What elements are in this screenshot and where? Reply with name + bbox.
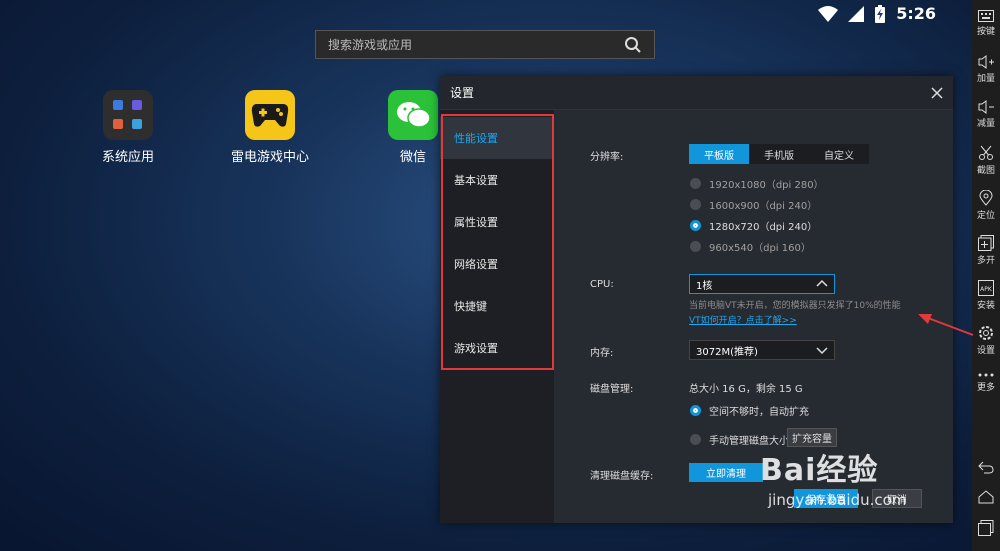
- clock: 5:26: [896, 4, 936, 23]
- recent-apps-icon: [978, 520, 994, 536]
- apk-install-icon: APK: [978, 280, 994, 296]
- annotation-arrow-icon: [918, 314, 974, 336]
- disk-auto-expand-option[interactable]: 空间不够时，自动扩充: [690, 403, 809, 418]
- settings-nav: 性能设置 基本设置 属性设置 网络设置 快捷键 游戏设置: [440, 110, 554, 523]
- app-leidian-game-center[interactable]: 雷电游戏中心: [215, 90, 325, 165]
- tab-custom[interactable]: 自定义: [809, 144, 869, 164]
- watermark-brand: Bai经验: [760, 453, 879, 488]
- resolution-option[interactable]: 1600x900（dpi 240）: [690, 197, 817, 212]
- back-icon: [978, 461, 994, 474]
- nav-basic[interactable]: 基本设置: [440, 159, 554, 201]
- radio-icon: [690, 241, 701, 252]
- nav-shortcuts[interactable]: 快捷键: [440, 285, 554, 327]
- wechat-icon: [388, 90, 438, 140]
- app-label: 雷电游戏中心: [230, 150, 309, 165]
- wifi-icon: [818, 5, 839, 22]
- status-bar: 5:26: [818, 4, 936, 23]
- keyboard-icon: [978, 10, 994, 22]
- cpu-label: CPU:: [590, 279, 614, 290]
- resolution-option[interactable]: 960x540（dpi 160）: [690, 239, 811, 254]
- radio-selected-icon: [690, 220, 701, 231]
- watermark-url: jingyan.baidu.com: [768, 491, 907, 509]
- toolbar-settings-button[interactable]: 设置: [972, 325, 1000, 356]
- memory-select[interactable]: 3072M(推荐): [689, 340, 835, 360]
- resolution-option-selected[interactable]: 1280x720（dpi 240）: [690, 218, 817, 233]
- toolbar-location-button[interactable]: 定位: [972, 190, 1000, 221]
- toolbar-install-apk-button[interactable]: APK 安装: [972, 280, 1000, 311]
- resolution-option[interactable]: 1920x1080（dpi 280）: [690, 176, 824, 191]
- search-placeholder: 搜索游戏或应用: [328, 38, 413, 52]
- disk-label: 磁盘管理:: [590, 384, 634, 395]
- multi-instance-icon: [978, 235, 994, 251]
- radio-icon: [690, 434, 701, 445]
- radio-icon: [690, 178, 701, 189]
- dialog-title: 设置: [450, 86, 475, 100]
- memory-label: 内存:: [590, 348, 614, 359]
- toolbar-home-button[interactable]: [972, 490, 1000, 506]
- close-icon[interactable]: [931, 86, 943, 99]
- radio-icon: [690, 199, 701, 210]
- app-system-apps[interactable]: 系统应用: [73, 90, 183, 165]
- home-icon: [978, 490, 994, 504]
- cpu-select[interactable]: 1核: [689, 274, 835, 294]
- toolbar-volume-up-button[interactable]: 加量: [972, 55, 1000, 84]
- toolbar-keymap-button[interactable]: 按键: [972, 10, 1000, 37]
- watermark: Bai经验 jingyan.baidu.com: [760, 445, 906, 509]
- toolbar-multi-instance-button[interactable]: 多开: [972, 235, 1000, 266]
- toolbar-volume-down-button[interactable]: 减量: [972, 100, 1000, 129]
- toolbar-more-button[interactable]: 更多: [972, 372, 1000, 393]
- more-dots-icon: [978, 373, 994, 377]
- volume-up-icon: [978, 55, 994, 69]
- app-search-bar[interactable]: 搜索游戏或应用: [315, 30, 655, 59]
- disk-summary: 总大小 16 G，剩余 15 G: [689, 384, 803, 395]
- svg-text:APK: APK: [980, 286, 993, 293]
- location-pin-icon: [979, 190, 993, 206]
- app-label: 系统应用: [101, 150, 154, 165]
- toolbar-back-button[interactable]: [972, 460, 1000, 476]
- dialog-header: 设置: [440, 76, 953, 110]
- volume-down-icon: [978, 100, 994, 114]
- clear-cache-label: 清理磁盘缓存:: [590, 471, 654, 482]
- tab-tablet[interactable]: 平板版: [689, 144, 749, 164]
- gear-icon: [979, 326, 993, 340]
- toolbar-screenshot-button[interactable]: 截图: [972, 145, 1000, 176]
- gamepad-icon: [245, 90, 295, 140]
- search-icon[interactable]: [624, 36, 642, 54]
- emulator-toolbar: 按键 加量 减量 截图 定位 多开 APK 安装 设置 更多: [972, 0, 1000, 551]
- toolbar-recent-apps-button[interactable]: [972, 520, 1000, 538]
- chevron-down-icon: [816, 347, 828, 355]
- vt-hint: 当前电脑VT未开启，您的模拟器只发挥了10%的性能: [689, 301, 901, 311]
- resolution-label: 分辨率:: [590, 152, 624, 163]
- resolution-mode-tabs: 平板版 手机版 自定义: [689, 144, 869, 164]
- nav-network[interactable]: 网络设置: [440, 243, 554, 285]
- radio-selected-icon: [690, 405, 701, 416]
- nav-performance[interactable]: 性能设置: [440, 117, 554, 159]
- tab-phone[interactable]: 手机版: [749, 144, 809, 164]
- battery-charging-icon: [875, 4, 886, 23]
- nav-game[interactable]: 游戏设置: [440, 327, 554, 369]
- vt-help-link[interactable]: VT如何开启？点击了解>>: [689, 313, 797, 326]
- system-apps-icon: [103, 90, 153, 140]
- scissors-icon: [979, 145, 993, 160]
- nav-properties[interactable]: 属性设置: [440, 201, 554, 243]
- signal-icon: [848, 5, 865, 22]
- clear-cache-button[interactable]: 立即清理: [689, 463, 763, 482]
- chevron-up-icon: [816, 279, 828, 287]
